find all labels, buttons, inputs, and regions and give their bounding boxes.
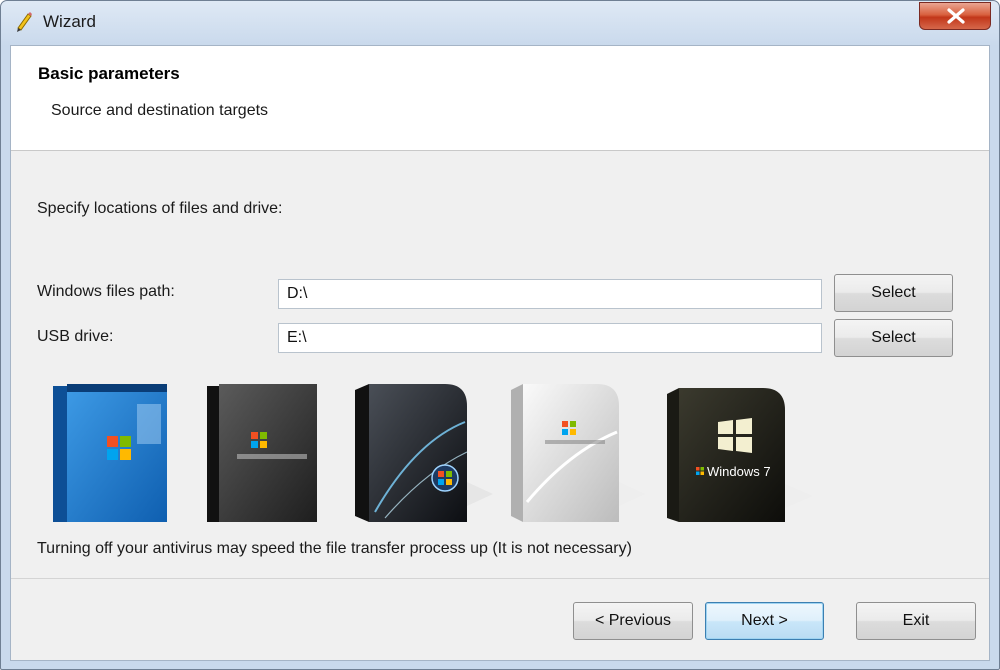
title-bar: Wizard [1, 1, 999, 45]
exit-button[interactable]: Exit [856, 602, 976, 640]
windows-7-box-image: Windows 7 [667, 386, 817, 531]
wizard-window: Wizard Basic parameters Source and desti… [0, 0, 1000, 670]
previous-button[interactable]: < Previous [573, 602, 693, 640]
instruction-text: Specify locations of files and drive: [37, 200, 283, 217]
windows-server-2003-box-image [207, 382, 319, 529]
select-usb-drive-button[interactable]: Select [834, 319, 953, 357]
page-subtitle: Source and destination targets [51, 102, 269, 119]
page-title: Basic parameters [38, 64, 180, 83]
windows-vista-box-image [355, 382, 495, 529]
usb-drive-label: USB drive: [37, 328, 114, 345]
close-icon [947, 8, 965, 24]
select-windows-path-button[interactable]: Select [834, 274, 953, 312]
windows-7-box-text: Windows 7 [707, 464, 771, 479]
antivirus-note: Turning off your antivirus may speed the… [37, 540, 632, 557]
windows-path-input[interactable] [278, 279, 822, 309]
window-title: Wizard [43, 12, 96, 31]
close-button[interactable] [919, 2, 991, 30]
windows-server-2008-box-image [511, 382, 651, 529]
pencil-icon [13, 11, 35, 33]
wizard-client-area: Basic parameters Source and destination … [10, 45, 990, 661]
usb-drive-input[interactable] [278, 323, 822, 353]
wizard-header: Basic parameters Source and destination … [11, 46, 989, 151]
windows-path-label: Windows files path: [37, 283, 175, 300]
next-button[interactable]: Next > [705, 602, 824, 640]
footer-divider [11, 578, 989, 579]
windows-xp-box-image [53, 382, 169, 529]
